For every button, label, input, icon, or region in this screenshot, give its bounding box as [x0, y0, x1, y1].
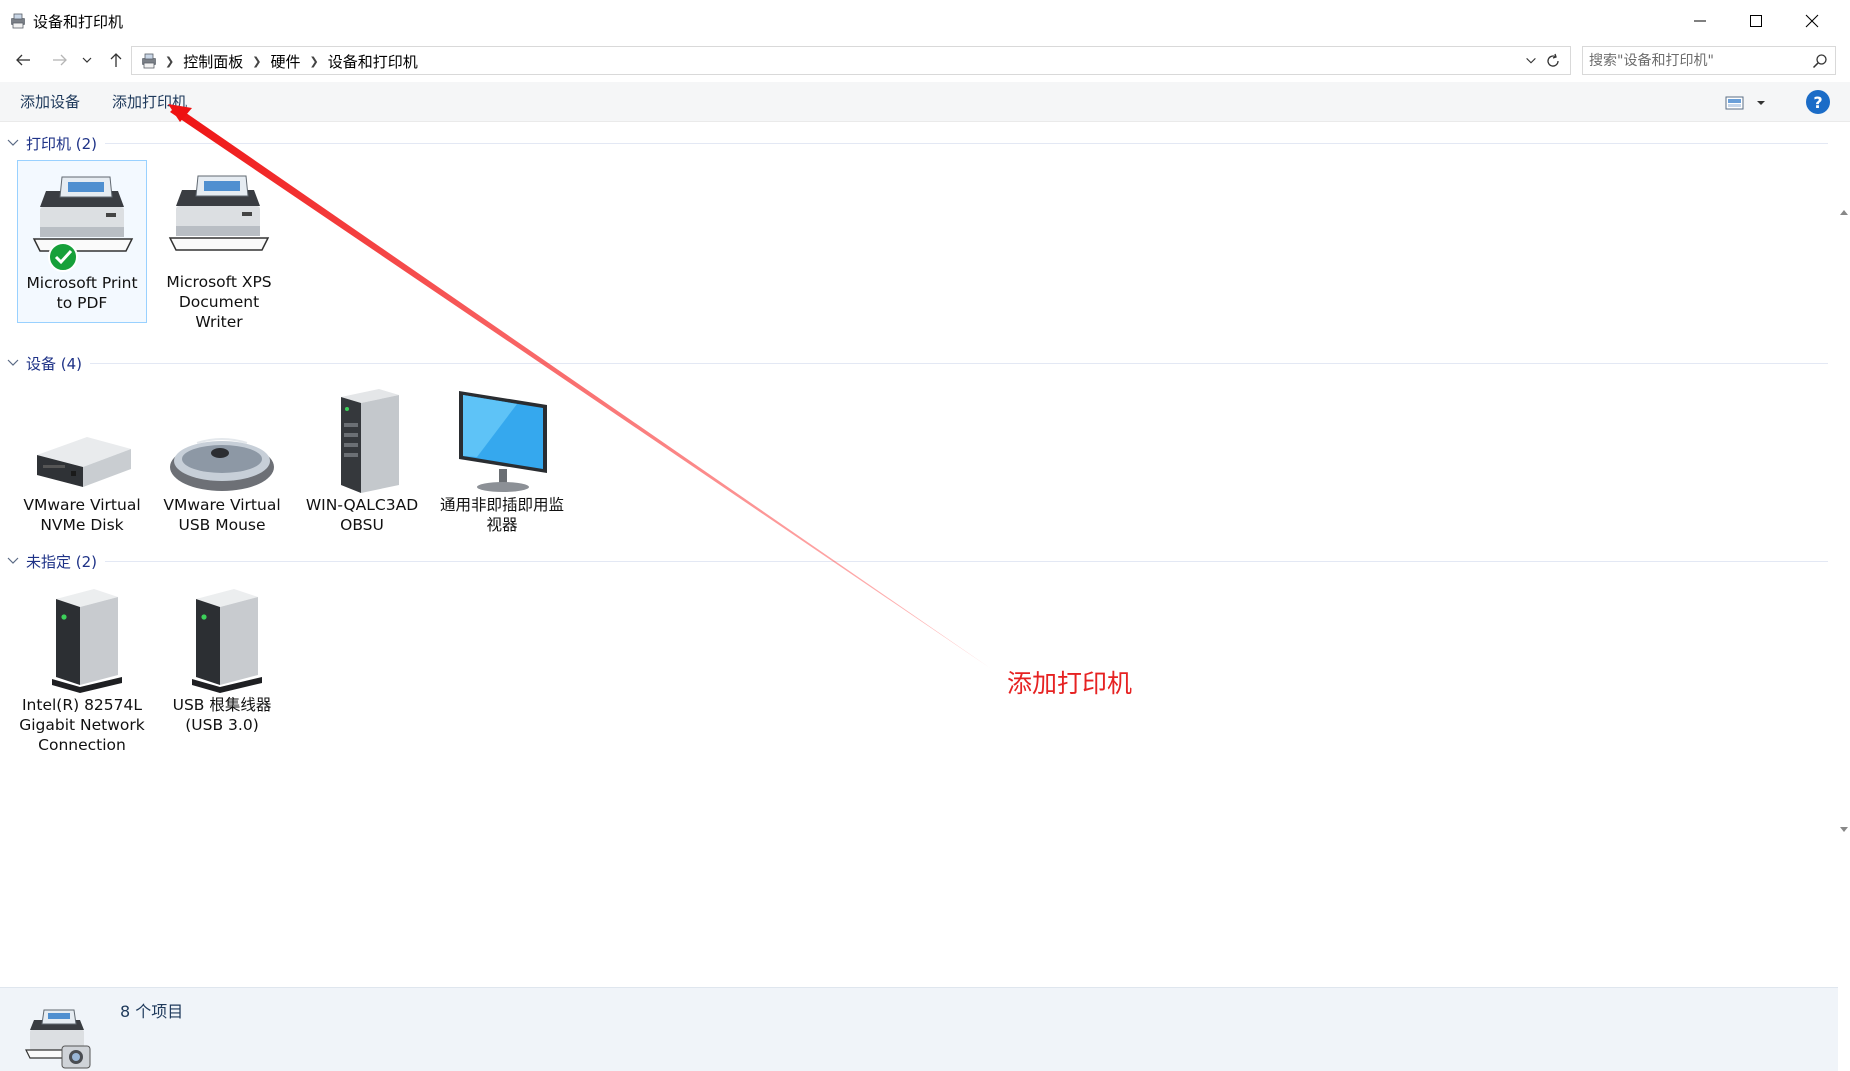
- search-input[interactable]: [1589, 50, 1799, 72]
- maximize-icon: [1750, 15, 1762, 27]
- navigation-bar: ❯ 控制面板 ❯ 硬件 ❯ 设备和打印机: [0, 42, 1850, 78]
- group-divider: [105, 560, 1828, 562]
- printer-icon: [18, 161, 148, 273]
- refresh-button[interactable]: [1542, 50, 1564, 72]
- control-panel-icon: [142, 53, 156, 69]
- command-bar: 添加设备 添加打印机 ?: [0, 82, 1850, 122]
- group-label: 打印机 (2): [26, 134, 98, 153]
- mouse-icon: [157, 381, 287, 495]
- device-item-print-to-pdf[interactable]: Microsoft Print to PDF: [17, 160, 147, 323]
- device-label: WIN-QALC3AD OBSU: [305, 496, 419, 534]
- chevron-down-icon: [82, 57, 92, 63]
- arrow-left-icon: [16, 54, 30, 66]
- device-item-computer[interactable]: WIN-QALC3AD OBSU: [297, 381, 427, 535]
- chevron-down-icon: [7, 557, 19, 564]
- group-label: 设备 (4): [26, 354, 83, 373]
- view-options-icon: [1725, 96, 1744, 110]
- forward-button[interactable]: [47, 48, 73, 72]
- device-item-monitor[interactable]: 通用非即插即用监视器: [437, 381, 567, 535]
- group-divider: [90, 362, 1828, 364]
- chevron-down-icon: [1757, 101, 1765, 105]
- window-title: 设备和打印机: [33, 13, 124, 31]
- item-count-text: 8 个项目: [120, 1002, 184, 1021]
- minimize-button[interactable]: [1672, 0, 1728, 42]
- recent-locations-button[interactable]: [78, 48, 96, 72]
- address-history-button[interactable]: [1520, 50, 1542, 72]
- device-list: 打印机 (2) Microsoft Print to PDF Microsoft…: [0, 123, 1838, 987]
- group-header-unspecified[interactable]: 未指定 (2): [6, 551, 1828, 571]
- maximize-button[interactable]: [1728, 0, 1784, 42]
- address-bar[interactable]: ❯ 控制面板 ❯ 硬件 ❯ 设备和打印机: [131, 46, 1571, 75]
- device-item-nvme-disk[interactable]: VMware Virtual NVMe Disk: [17, 381, 147, 535]
- add-printer-button[interactable]: 添加打印机: [112, 91, 187, 112]
- back-button[interactable]: [10, 48, 36, 72]
- scroll-down-icon[interactable]: [1838, 823, 1850, 835]
- device-label: Microsoft XPS Document Writer: [166, 273, 272, 331]
- devices-and-printers-window: 设备和打印机 ❯ 控制面板 ❯ 硬件 ❯ 设备和打印机 搜索"设备和打印机" 添…: [0, 0, 1850, 1071]
- device-label: Microsoft Print to PDF: [26, 274, 138, 312]
- disk-drive-icon: [17, 381, 147, 495]
- breadcrumb-devices-printers[interactable]: 设备和打印机: [322, 51, 424, 72]
- refresh-icon: [1547, 53, 1559, 67]
- breadcrumb-hardware[interactable]: 硬件: [264, 51, 306, 72]
- scroll-up-icon[interactable]: [1838, 207, 1850, 219]
- group-header-printers[interactable]: 打印机 (2): [6, 133, 1828, 153]
- device-box-icon: [157, 579, 287, 695]
- search-icon[interactable]: [1811, 52, 1829, 70]
- search-box[interactable]: [1582, 46, 1836, 75]
- chevron-down-icon: [7, 359, 19, 366]
- device-label: VMware Virtual USB Mouse: [163, 496, 281, 534]
- device-label: USB 根集线器 (USB 3.0): [172, 696, 272, 734]
- group-header-devices[interactable]: 设备 (4): [6, 353, 1828, 373]
- arrow-right-icon: [53, 54, 67, 66]
- chevron-down-icon: [7, 139, 19, 146]
- title-bar: 设备和打印机: [0, 0, 1850, 42]
- close-button[interactable]: [1784, 0, 1840, 42]
- vertical-scrollbar[interactable]: [1838, 123, 1850, 987]
- device-label: 通用非即插即用监视器: [439, 496, 564, 534]
- help-button[interactable]: ?: [1806, 90, 1830, 114]
- details-pane: 8 个项目: [0, 987, 1838, 1071]
- change-view-button[interactable]: [1725, 92, 1769, 114]
- device-label: Intel(R) 82574L Gigabit Network Connecti…: [19, 696, 145, 754]
- printer-icon: [154, 160, 284, 272]
- monitor-icon: [437, 381, 567, 495]
- printer-camera-icon: [25, 1009, 91, 1069]
- breadcrumb-separator-icon[interactable]: ❯: [249, 55, 264, 68]
- device-item-usb-root-hub[interactable]: USB 根集线器 (USB 3.0): [157, 579, 287, 735]
- group-label: 未指定 (2): [26, 552, 98, 571]
- breadcrumb: ❯ 控制面板 ❯ 硬件 ❯ 设备和打印机: [140, 50, 424, 72]
- close-icon: [1805, 14, 1819, 28]
- chevron-down-icon: [1526, 57, 1536, 64]
- up-button[interactable]: [103, 48, 129, 72]
- devices-printers-app-icon: [11, 13, 25, 29]
- breadcrumb-separator-icon[interactable]: ❯: [306, 55, 321, 68]
- breadcrumb-control-panel[interactable]: 控制面板: [177, 51, 249, 72]
- minimize-icon: [1694, 20, 1706, 22]
- device-item-xps-writer[interactable]: Microsoft XPS Document Writer: [154, 160, 284, 332]
- breadcrumb-separator-icon[interactable]: ❯: [162, 55, 177, 68]
- arrow-up-icon: [110, 53, 122, 67]
- group-divider: [105, 142, 1828, 144]
- device-item-usb-mouse[interactable]: VMware Virtual USB Mouse: [157, 381, 287, 535]
- device-box-icon: [17, 579, 147, 695]
- device-item-network-adapter[interactable]: Intel(R) 82574L Gigabit Network Connecti…: [17, 579, 147, 755]
- add-device-button[interactable]: 添加设备: [20, 91, 80, 112]
- computer-tower-icon: [297, 381, 427, 495]
- device-label: VMware Virtual NVMe Disk: [23, 496, 141, 534]
